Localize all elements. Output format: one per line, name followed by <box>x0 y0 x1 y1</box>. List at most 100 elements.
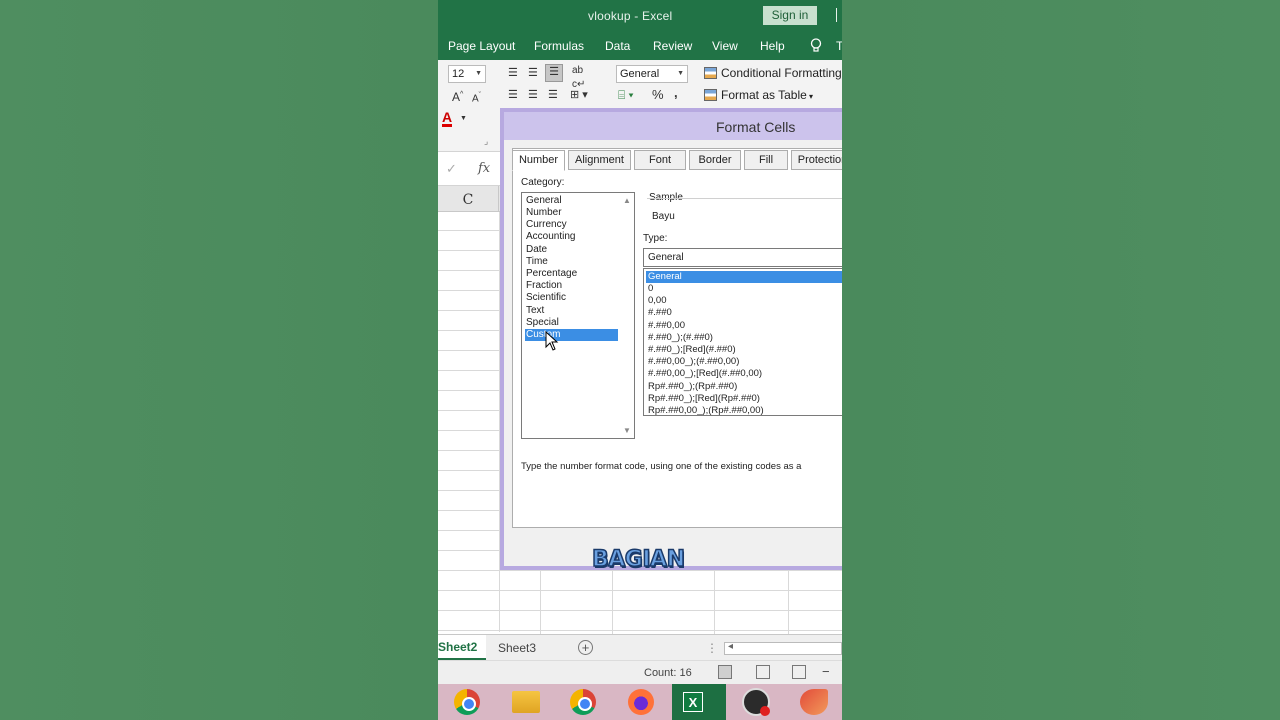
video-caption: BAGIAN <box>591 546 685 573</box>
dialog-title-bar[interactable]: Format Cells <box>504 112 842 140</box>
font-color-dropdown-icon[interactable]: ▼ <box>460 112 467 126</box>
type-item[interactable]: #.##0_);(#.##0) <box>646 332 842 344</box>
category-item[interactable]: Text <box>525 305 618 317</box>
category-list[interactable]: General Number Currency Accounting Date … <box>521 192 635 439</box>
conditional-formatting-button[interactable]: Conditional Formatting <box>704 66 842 80</box>
chrome-profile-icon[interactable] <box>570 689 596 715</box>
type-item[interactable]: #.##0,00_);(#.##0,00) <box>646 356 842 368</box>
align-middle-icon[interactable]: ☰ <box>528 66 538 80</box>
zoom-out-icon[interactable]: − <box>822 664 830 679</box>
splitter-handle-icon[interactable]: ⋮ <box>706 641 718 655</box>
dialog-launcher-icon[interactable]: ⌟ <box>484 134 488 148</box>
tab-number[interactable]: Number <box>512 150 565 171</box>
sheet-tab-sheet2[interactable]: Sheet2 <box>438 635 486 660</box>
format-hint-text: Type the number format code, using one o… <box>521 461 802 472</box>
sign-in-button[interactable]: Sign in <box>763 6 817 25</box>
category-item[interactable]: Date <box>525 244 618 256</box>
chevron-down-icon: ▾ <box>806 92 814 101</box>
chrome-icon[interactable] <box>454 689 480 715</box>
format-as-table-icon <box>704 89 717 101</box>
align-bottom-icon[interactable]: ☰ <box>545 64 563 82</box>
excel-taskbar-icon[interactable]: X <box>672 684 726 720</box>
tab-font[interactable]: Font <box>634 150 686 170</box>
increase-font-icon[interactable]: A^ <box>452 88 463 104</box>
type-item[interactable]: Rp#.##0,00_);(Rp#.##0,00) <box>646 405 842 415</box>
type-item[interactable]: #.##0 <box>646 307 842 319</box>
category-item[interactable]: Percentage <box>525 268 618 280</box>
tab-help[interactable]: Help <box>760 39 785 53</box>
align-left-icon[interactable]: ☰ <box>508 88 518 102</box>
category-item[interactable]: Fraction <box>525 280 618 292</box>
font-size-value: 12 <box>452 68 465 80</box>
tab-review[interactable]: Review <box>653 39 692 53</box>
normal-view-icon[interactable] <box>718 665 732 679</box>
tab-formulas[interactable]: Formulas <box>534 39 584 53</box>
category-item[interactable]: Currency <box>525 219 618 231</box>
tab-view[interactable]: View <box>712 39 738 53</box>
tab-protection[interactable]: Protection <box>791 150 842 170</box>
accounting-format-icon[interactable]: ⌸ ▾ <box>618 88 634 102</box>
type-item[interactable]: 0,00 <box>646 295 842 307</box>
decrease-font-icon[interactable]: Aˇ <box>472 89 481 106</box>
tab-tell-me[interactable]: T <box>836 39 842 53</box>
sheet-tab-sheet3[interactable]: Sheet3 <box>498 641 536 655</box>
merge-center-icon[interactable]: ⊞ ▾ <box>570 88 588 102</box>
recording-dot-icon <box>760 706 770 716</box>
category-item[interactable]: Accounting <box>525 231 618 243</box>
align-right-icon[interactable]: ☰ <box>548 88 558 102</box>
category-scrollbar[interactable]: ▲ ▼ <box>620 193 634 438</box>
type-label: Type: <box>643 233 668 244</box>
scroll-left-icon[interactable]: ◂ <box>728 641 733 652</box>
tab-page-layout[interactable]: Page Layout <box>448 39 515 53</box>
type-item[interactable]: 0 <box>646 283 842 295</box>
firefox-icon[interactable] <box>628 689 654 715</box>
percent-style-icon[interactable]: % <box>652 88 664 102</box>
title-bar: vlookup - Excel Sign in <box>438 0 842 32</box>
lightbulb-icon[interactable] <box>810 38 822 53</box>
sample-frame <box>647 198 842 236</box>
comma-style-icon[interactable]: , <box>674 86 678 100</box>
ccleaner-icon[interactable] <box>800 689 828 715</box>
font-color-icon[interactable]: A <box>442 110 453 127</box>
tab-alignment[interactable]: Alignment <box>568 150 631 170</box>
column-header-c[interactable]: C <box>438 186 499 212</box>
align-center-icon[interactable]: ☰ <box>528 88 538 102</box>
type-item[interactable]: Rp#.##0_);(Rp#.##0) <box>646 381 842 393</box>
scroll-up-icon[interactable]: ▲ <box>623 196 631 205</box>
tab-data[interactable]: Data <box>605 39 630 53</box>
number-format-select[interactable]: General ▼ <box>616 65 688 83</box>
tab-border[interactable]: Border <box>689 150 741 170</box>
add-sheet-icon[interactable]: + <box>578 640 593 655</box>
type-item[interactable]: #.##0,00_);[Red](#.##0,00) <box>646 368 842 380</box>
excel-window: vlookup - Excel Sign in Page Layout Form… <box>438 0 842 720</box>
type-item[interactable]: #.##0_);[Red](#.##0) <box>646 344 842 356</box>
page-break-view-icon[interactable] <box>792 665 806 679</box>
status-bar: Count: 16 − <box>438 660 842 684</box>
horizontal-scrollbar[interactable]: ◂ <box>724 641 842 655</box>
minimize-edge-icon[interactable] <box>836 8 842 22</box>
type-item[interactable]: #.##0,00 <box>646 320 842 332</box>
type-item-selected[interactable]: General <box>646 271 842 283</box>
align-top-icon[interactable]: ☰ <box>508 66 518 80</box>
category-item[interactable]: Time <box>525 256 618 268</box>
format-as-table-button[interactable]: Format as Table ▾ <box>704 88 813 102</box>
category-item[interactable]: Scientific <box>525 292 618 304</box>
scroll-down-icon[interactable]: ▼ <box>623 426 631 435</box>
file-explorer-icon[interactable] <box>512 691 540 713</box>
obs-icon[interactable] <box>742 688 770 716</box>
page-layout-view-icon[interactable] <box>756 665 770 679</box>
category-item-selected[interactable]: Custom <box>525 329 618 341</box>
type-list[interactable]: General 0 0,00 #.##0 #.##0,00 #.##0_);(#… <box>643 268 842 416</box>
tab-fill[interactable]: Fill <box>744 150 788 170</box>
category-item[interactable]: Special <box>525 317 618 329</box>
enter-check-icon[interactable]: ✓ <box>446 161 457 177</box>
type-item[interactable]: Rp#.##0_);[Red](Rp#.##0) <box>646 393 842 405</box>
type-input[interactable]: General <box>643 248 842 267</box>
sample-value: Bayu <box>652 211 675 222</box>
insert-function-icon[interactable]: fx <box>478 161 490 176</box>
category-item[interactable]: Number <box>525 207 618 219</box>
font-size-select[interactable]: 12 ▼ <box>448 65 486 83</box>
background-right <box>842 0 1280 720</box>
category-item[interactable]: General <box>525 195 618 207</box>
mouse-cursor-icon <box>545 331 559 351</box>
